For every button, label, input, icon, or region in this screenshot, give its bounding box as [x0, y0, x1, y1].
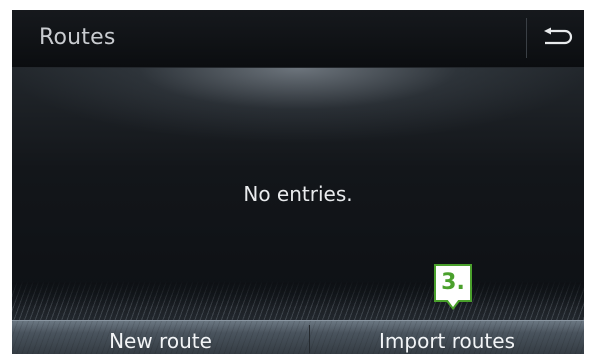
- empty-message: No entries.: [243, 182, 353, 206]
- import-routes-button[interactable]: Import routes: [310, 321, 584, 354]
- back-arrow-icon: [544, 27, 573, 45]
- new-route-button[interactable]: New route: [12, 321, 309, 354]
- callout-pointer-fill: [447, 299, 459, 307]
- back-button[interactable]: [528, 10, 584, 67]
- decorative-pattern: [12, 280, 584, 320]
- header: Routes: [12, 10, 584, 68]
- bottom-bar: New route Import routes: [12, 320, 584, 354]
- content-area: No entries.: [12, 68, 584, 320]
- page-title: Routes: [39, 25, 116, 50]
- step-callout: 3.: [434, 264, 472, 310]
- step-callout-label: 3.: [434, 264, 472, 302]
- header-divider: [526, 18, 527, 58]
- routes-screen: Routes No entries. New route Import rout…: [12, 10, 584, 354]
